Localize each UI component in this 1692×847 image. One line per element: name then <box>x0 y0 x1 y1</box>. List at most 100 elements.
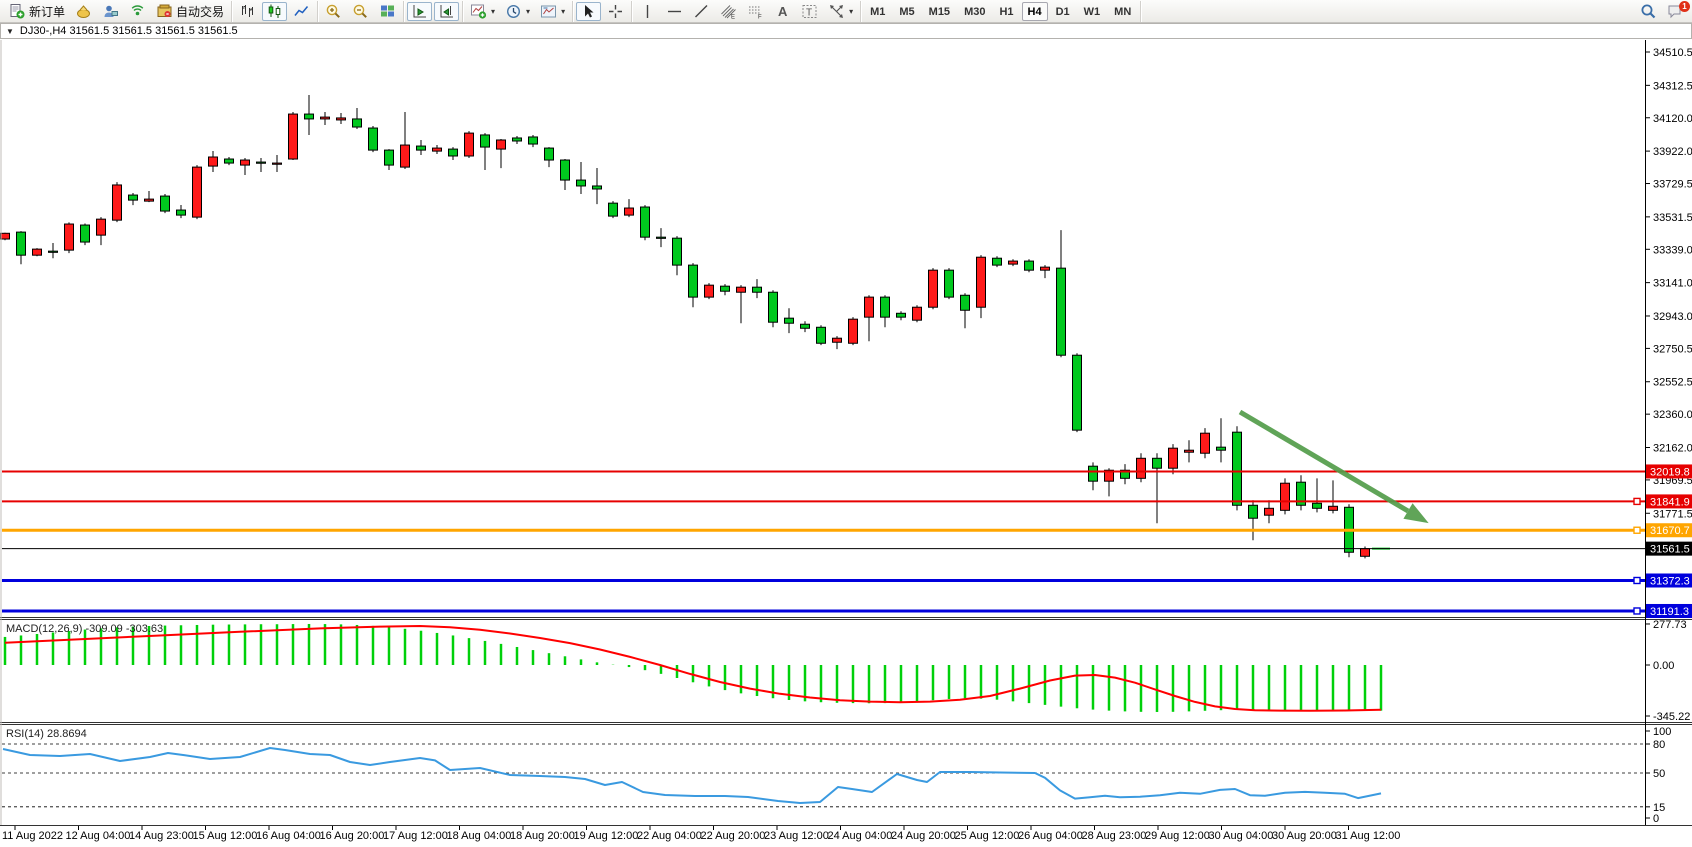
price-tick-label: 34120.0 <box>1653 113 1692 125</box>
text-button[interactable]: A <box>770 2 795 21</box>
tile-windows-button[interactable] <box>375 2 400 21</box>
candle <box>721 286 730 291</box>
auto-scroll-button[interactable] <box>407 2 432 21</box>
line-handle[interactable] <box>1634 498 1640 504</box>
funds-button[interactable] <box>71 2 96 21</box>
line-handle[interactable] <box>1634 527 1640 533</box>
line-chart-button[interactable] <box>289 2 314 21</box>
chart-collapse-icon[interactable]: ▼ <box>6 27 14 36</box>
fibonacci-button[interactable]: F <box>743 2 768 21</box>
accounts-icon <box>102 3 119 20</box>
zoom-in-button[interactable] <box>321 2 346 21</box>
price-tick-label: 33729.5 <box>1653 179 1692 191</box>
text-label-button[interactable]: T <box>797 2 822 21</box>
candle <box>337 118 346 120</box>
bar-chart-button[interactable] <box>235 2 260 21</box>
chevron-down-icon[interactable]: ▾ <box>491 7 495 16</box>
rsi-axis-label: 80 <box>1653 739 1665 751</box>
chart-titlebar: ▼ DJ30-,H4 31561.5 31561.5 31561.5 31561… <box>0 23 1692 39</box>
cursor-button[interactable] <box>576 2 601 21</box>
periods-button[interactable]: ▾ <box>501 2 534 21</box>
zoom-out-button[interactable] <box>348 2 373 21</box>
tf-D1[interactable]: D1 <box>1050 2 1076 21</box>
chart-type-group <box>232 1 318 22</box>
tf-W1[interactable]: W1 <box>1078 2 1107 21</box>
candle <box>289 114 298 159</box>
tf-H4[interactable]: H4 <box>1022 2 1048 21</box>
chart-shift-button[interactable] <box>434 2 459 21</box>
tf-M1[interactable]: M1 <box>864 2 891 21</box>
time-tick-label: 18 Aug 04:00 <box>447 830 512 842</box>
candle <box>161 196 170 211</box>
tf-H1[interactable]: H1 <box>993 2 1019 21</box>
line-handle[interactable] <box>1634 608 1640 614</box>
trendline-button[interactable] <box>689 2 714 21</box>
candle <box>1 233 10 239</box>
tf-M30[interactable]: M30 <box>958 2 991 21</box>
vertical-line-button[interactable] <box>635 2 660 21</box>
horizontal-line-button[interactable] <box>662 2 687 21</box>
candle <box>1249 505 1258 518</box>
search-button[interactable] <box>1640 3 1657 20</box>
time-tick-label: 22 Aug 20:00 <box>701 830 766 842</box>
candle <box>1329 506 1338 510</box>
tile-windows-icon <box>379 3 396 20</box>
indicators-button[interactable]: ▾ <box>466 2 499 21</box>
templates-button[interactable]: ▾ <box>536 2 569 21</box>
candle <box>977 257 986 307</box>
price-chart[interactable]: MACD(12,26,9) -309.09 -303.63RSI(14) 28.… <box>0 0 1692 847</box>
line-chart-icon <box>293 3 310 20</box>
notification-badge: 1 <box>1679 1 1690 12</box>
zoom-group <box>318 1 404 22</box>
periods-icon <box>505 3 522 20</box>
channel-button[interactable]: E <box>716 2 741 21</box>
chevron-down-icon[interactable]: ▾ <box>561 7 565 16</box>
candle <box>1153 458 1162 468</box>
candle <box>801 324 810 328</box>
tf-M5[interactable]: M5 <box>893 2 920 21</box>
trade-group: 新订单 自动交易 <box>2 1 232 22</box>
candle <box>689 265 698 297</box>
candlestick-button[interactable] <box>262 2 287 21</box>
candle <box>1361 549 1370 557</box>
svg-text:T: T <box>806 7 812 18</box>
candle <box>705 285 714 297</box>
price-tick-label: 32943.0 <box>1653 311 1692 323</box>
time-tick-label: 30 Aug 04:00 <box>1209 830 1274 842</box>
candle <box>97 219 106 235</box>
candle <box>737 287 746 292</box>
tf-M15[interactable]: M15 <box>923 2 956 21</box>
tf-MN[interactable]: MN <box>1108 2 1137 21</box>
toolbar-right: 1 <box>1640 0 1684 23</box>
signals-button[interactable] <box>125 2 150 21</box>
candle <box>897 313 906 317</box>
candle <box>833 338 842 342</box>
new-order-button[interactable]: 新订单 <box>5 2 69 21</box>
candle <box>1201 433 1210 453</box>
candle <box>545 148 554 160</box>
arrows-button[interactable]: ▾ <box>824 2 857 21</box>
candle <box>353 119 362 127</box>
crosshair-button[interactable] <box>603 2 628 21</box>
rsi-axis-label: 0 <box>1653 813 1659 825</box>
time-tick-label: 11 Aug 2022 <box>2 830 63 842</box>
line-handle[interactable] <box>1634 577 1640 583</box>
candle <box>113 185 122 220</box>
candle <box>785 318 794 323</box>
candle <box>625 208 634 215</box>
time-tick-label: 19 Aug 12:00 <box>574 830 639 842</box>
accounts-button[interactable] <box>98 2 123 21</box>
price-tick-label: 32750.5 <box>1653 343 1692 355</box>
toolbar: 新订单 自动交易 ▾ ▾ ▾ EFA T ▾ M1M5M15M30H1H4D1W1MN 1 <box>0 0 1692 23</box>
candle <box>753 287 762 292</box>
chat-button[interactable]: 1 <box>1667 3 1684 20</box>
candle <box>433 148 442 151</box>
candle <box>465 133 474 156</box>
price-tick-label: 33141.0 <box>1653 278 1692 290</box>
candle <box>1217 447 1226 450</box>
chevron-down-icon[interactable]: ▾ <box>849 7 853 16</box>
crosshair-icon <box>607 3 624 20</box>
chevron-down-icon[interactable]: ▾ <box>526 7 530 16</box>
auto-trading-button[interactable]: 自动交易 <box>152 2 228 21</box>
text-icon: A <box>774 3 791 20</box>
